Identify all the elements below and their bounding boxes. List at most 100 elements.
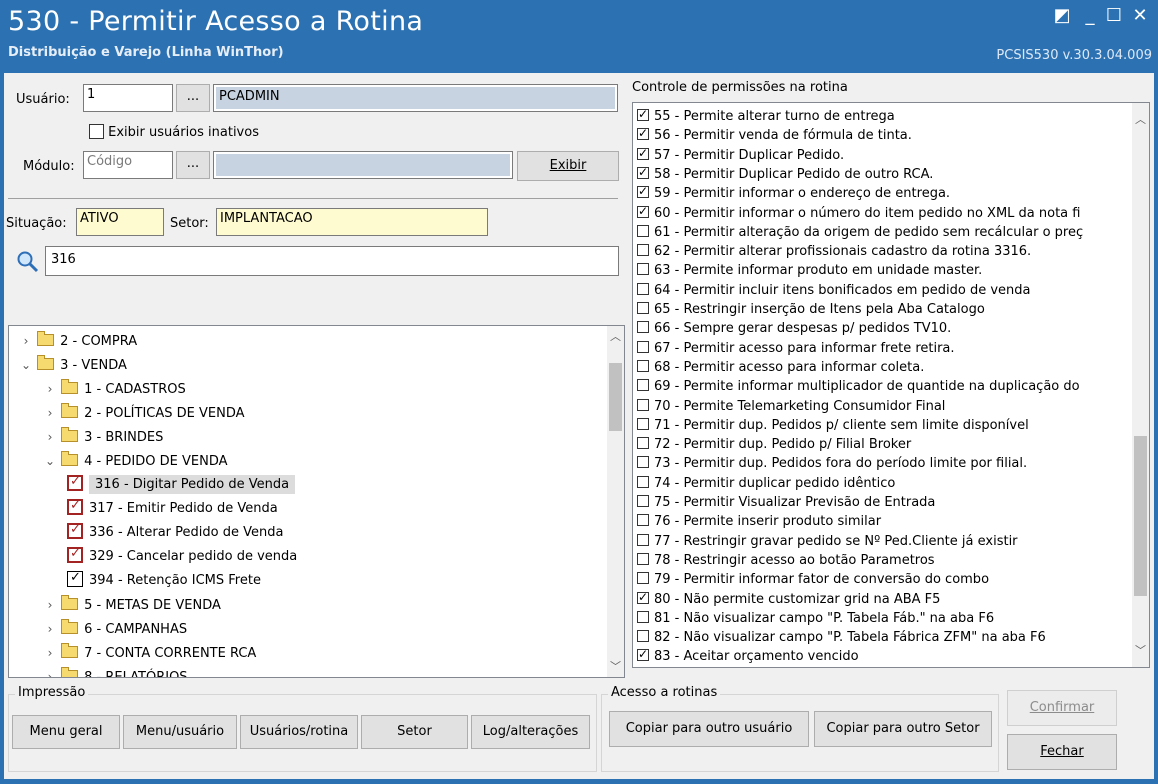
close-icon[interactable]: ✕ [1128,4,1152,28]
routine-tree[interactable]: › 2 - COMPRA ⌄ 3 - VENDA › 1 - CADASTROS › … [8,325,625,678]
tree-item[interactable]: 394 - Retenção ICMS Frete [67,570,261,592]
user-lookup-button[interactable]: ... [176,84,210,112]
permission-checkbox[interactable] [637,164,649,180]
tree-item[interactable]: ⌄ 4 - PEDIDO DE VENDA [43,450,228,472]
permission-checkbox[interactable] [637,398,649,411]
permission-item[interactable]: 82 - Não visualizar campo "P. Tabela Fáb… [637,628,1046,647]
permission-item[interactable]: 55 - Permite alterar turno de entrega [637,107,895,126]
permission-item[interactable]: 69 - Permite informar multiplicador de q… [637,377,1080,396]
permission-checkbox[interactable] [637,437,649,450]
chevron-right-icon[interactable]: › [43,426,57,448]
permission-item[interactable]: 60 - Permitir informar o número do item … [637,203,1080,223]
show-inactive-box[interactable] [89,124,104,139]
permission-checkbox[interactable] [637,610,649,623]
permissions-list[interactable]: 55 - Permite alterar turno de entrega 56 … [632,102,1150,668]
permission-checkbox[interactable] [637,379,649,392]
module-lookup-button[interactable]: ... [176,151,210,179]
search-input[interactable]: 316 [45,246,619,276]
permission-item[interactable]: 63 - Permite informar produto em unidade… [637,261,982,280]
checked-checkbox-icon[interactable] [67,570,83,587]
permission-checkbox[interactable] [637,417,649,430]
checked-checkbox-icon[interactable] [67,546,83,563]
permission-checkbox[interactable] [637,183,649,199]
permission-item[interactable]: 59 - Permitir informar o endereço de ent… [637,183,950,203]
show-inactive-checkbox[interactable]: Exibir usuários inativos [89,124,259,140]
permission-checkbox[interactable] [637,224,649,237]
minimize-icon[interactable]: _ [1078,4,1102,28]
tree-scrollbar[interactable]: ︿ ﹀ [607,326,624,677]
general-menu-button[interactable]: Menu geral [12,715,120,749]
permission-item[interactable]: 77 - Restringir gravar pedido se Nº Ped.… [637,532,1018,551]
chevron-right-icon[interactable]: › [43,378,57,400]
checked-checkbox-icon[interactable] [67,498,83,515]
permission-item[interactable]: 61 - Permitir alteração da origem de ped… [637,223,1083,242]
sector-button[interactable]: Setor [361,715,468,749]
chevron-right-icon[interactable]: › [43,618,57,640]
change-log-button[interactable]: Log/alterações [471,715,590,749]
permission-item[interactable]: 81 - Não visualizar campo "P. Tabela Fáb… [637,609,994,628]
module-code-input[interactable]: Código [83,151,173,179]
permission-checkbox[interactable] [637,321,649,334]
permission-item[interactable]: 65 - Restringir inserção de Itens pela A… [637,300,985,319]
permission-checkbox[interactable] [637,107,649,122]
permission-item[interactable]: 79 - Permitir informar fator de conversã… [637,570,989,589]
permission-checkbox[interactable] [637,145,649,161]
permission-item[interactable]: 62 - Permitir alterar profissionais cada… [637,242,1031,261]
permission-checkbox[interactable] [637,340,649,353]
show-button[interactable]: Exibir [517,151,619,181]
copy-to-user-button[interactable]: Copiar para outro usuário [609,711,809,747]
permission-checkbox[interactable] [637,302,649,314]
tree-item[interactable]: › 2 - POLÍTICAS DE VENDA [43,402,245,424]
permission-item[interactable]: 73 - Permitir dup. Pedidos fora do perío… [637,454,1027,473]
maximize-icon[interactable]: ☐ [1102,4,1126,28]
confirm-button[interactable]: Confirmar [1007,690,1117,726]
permission-item[interactable]: 74 - Permitir duplicar pedido idêntico [637,474,895,493]
user-menu-button[interactable]: Menu/usuário [123,715,237,749]
restore-icon[interactable]: ◩ [1050,4,1074,28]
user-code-input[interactable]: 1 [83,84,173,112]
search-icon[interactable] [16,250,40,274]
permission-item[interactable]: 70 - Permite Telemarketing Consumidor Fi… [637,397,945,416]
tree-item[interactable]: 336 - Alterar Pedido de Venda [67,522,283,544]
tree-item[interactable]: › 8 - RELATÓRIOS [43,666,188,677]
scroll-up-icon[interactable]: ︿ [1132,111,1149,128]
permission-item[interactable]: 72 - Permitir dup. Pedido p/ Filial Brok… [637,435,911,454]
permission-item[interactable]: 67 - Permitir acesso para informar frete… [637,339,955,358]
chevron-right-icon[interactable]: › [43,402,57,424]
permission-checkbox[interactable] [637,125,649,141]
permission-checkbox[interactable] [637,589,649,605]
tree-item[interactable]: 317 - Emitir Pedido de Venda [67,498,278,520]
permission-item[interactable]: 75 - Permitir Visualizar Previsão de Ent… [637,493,935,512]
permission-checkbox[interactable] [637,203,649,219]
tree-item[interactable]: › 5 - METAS DE VENDA [43,594,221,616]
permission-item[interactable]: 56 - Permitir venda de fórmula de tinta. [637,125,912,145]
permission-checkbox[interactable] [637,630,649,643]
permission-checkbox[interactable] [637,646,649,662]
permission-checkbox[interactable] [637,456,649,469]
permission-checkbox[interactable] [637,572,649,585]
permission-checkbox[interactable] [637,552,649,565]
permission-item[interactable]: 64 - Permitir incluir itens bonificados … [637,281,1031,300]
tree-item[interactable]: ⌄ 3 - VENDA [19,354,127,376]
permission-checkbox[interactable] [637,244,649,257]
tree-scroll-thumb[interactable] [609,363,622,431]
close-button[interactable]: Fechar [1007,734,1117,770]
permission-item[interactable]: 57 - Permitir Duplicar Pedido. [637,145,844,165]
scroll-up-icon[interactable]: ︿ [607,328,624,345]
chevron-right-icon[interactable]: › [19,330,33,352]
tree-item[interactable]: › 2 - COMPRA [19,330,137,352]
tree-item[interactable]: › 7 - CONTA CORRENTE RCA [43,642,256,664]
permission-checkbox[interactable] [637,495,649,507]
tree-item[interactable]: 329 - Cancelar pedido de venda [67,546,297,568]
permission-item[interactable]: 78 - Restringir acesso ao botão Parametr… [637,551,935,570]
permissions-scroll-thumb[interactable] [1134,436,1147,596]
copy-to-sector-button[interactable]: Copiar para outro Setor [814,711,992,747]
tree-item[interactable]: 316 - Digitar Pedido de Venda [67,474,296,496]
permission-item[interactable]: 58 - Permitir Duplicar Pedido de outro R… [637,164,933,184]
permission-checkbox[interactable] [637,359,649,372]
chevron-right-icon[interactable]: › [43,594,57,616]
permission-checkbox[interactable] [637,533,649,546]
permission-item[interactable]: 68 - Permitir acesso para informar colet… [637,358,924,377]
checked-checkbox-icon[interactable] [67,474,83,491]
permission-item[interactable]: 71 - Permitir dup. Pedidos p/ cliente se… [637,416,1029,435]
